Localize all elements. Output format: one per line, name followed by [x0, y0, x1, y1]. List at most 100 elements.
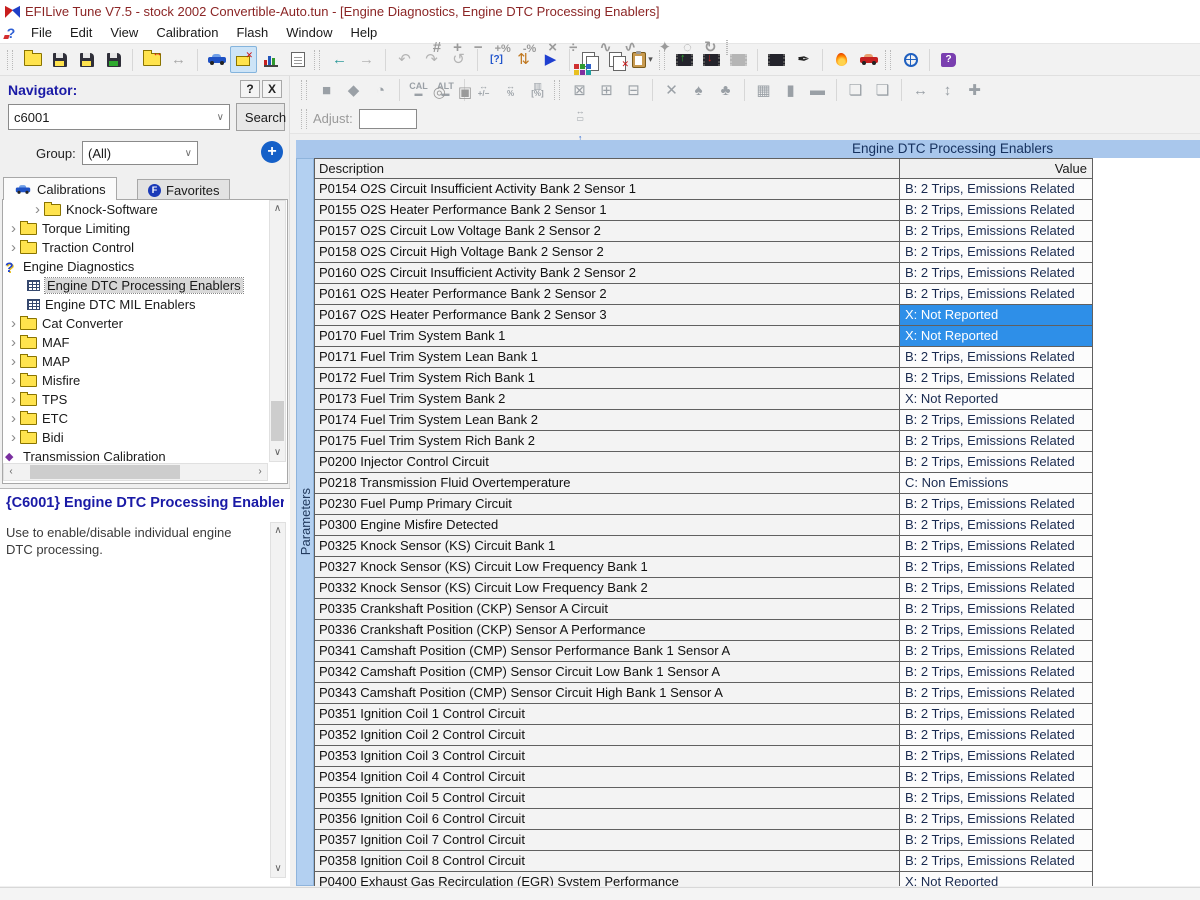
highlight-icon[interactable]: ✦ [658, 39, 671, 56]
properties-icon[interactable] [284, 46, 311, 73]
dtc-value-cell[interactable]: B: 2 Trips, Emissions Related [900, 662, 1093, 682]
tree-item-engine-diagnostics[interactable]: ?Engine Diagnostics [3, 257, 287, 276]
tree-item-etc[interactable]: ›ETC [3, 409, 287, 428]
save-as-icon[interactable] [73, 46, 100, 73]
tree-item-torque-limiting[interactable]: ›Torque Limiting [3, 219, 287, 238]
navigator-toggle-icon[interactable]: ✕ [230, 46, 257, 73]
tree-item-misfire[interactable]: ›Misfire [3, 371, 287, 390]
dtc-value-cell[interactable]: B: 2 Trips, Emissions Related [900, 536, 1093, 556]
dtc-value-cell[interactable]: X: Not Reported [900, 305, 1093, 325]
dtc-description-cell[interactable]: P0335 Crankshaft Position (CKP) Sensor A… [315, 599, 900, 619]
dtc-description-cell[interactable]: P0358 Ignition Coil 8 Control Circuit [315, 851, 900, 871]
dtc-value-cell[interactable]: B: 2 Trips, Emissions Related [900, 452, 1093, 472]
tree-expand-icon[interactable]: › [7, 317, 20, 330]
dtc-value-cell[interactable]: B: 2 Trips, Emissions Related [900, 515, 1093, 535]
navigate-forward-icon[interactable]: → [353, 46, 380, 73]
help-book-icon[interactable]: ? [935, 46, 962, 73]
save-all-icon[interactable] [100, 46, 127, 73]
multiply-icon[interactable]: × [548, 39, 557, 56]
column-select-icon[interactable]: ▮ [777, 77, 804, 104]
dtc-value-cell[interactable]: B: 2 Trips, Emissions Related [900, 557, 1093, 577]
toolbar-grip[interactable] [7, 50, 13, 70]
dtc-description-cell[interactable]: P0154 O2S Circuit Insufficient Activity … [315, 179, 900, 199]
dtc-description-cell[interactable]: P0355 Ignition Coil 5 Control Circuit [315, 788, 900, 808]
set-value-icon[interactable]: # [433, 39, 441, 56]
subtract-percent-icon[interactable]: -% [523, 43, 536, 55]
dtc-description-cell[interactable]: P0155 O2S Heater Performance Bank 2 Sens… [315, 200, 900, 220]
dtc-value-cell[interactable]: B: 2 Trips, Emissions Related [900, 263, 1093, 283]
dtc-description-cell[interactable]: P0160 O2S Circuit Insufficient Activity … [315, 263, 900, 283]
dtc-description-cell[interactable]: P0341 Camshaft Position (CMP) Sensor Per… [315, 641, 900, 661]
toolbar-grip[interactable] [301, 80, 307, 100]
navigator-close-button[interactable]: X [262, 80, 282, 98]
tree-item-cat-converter[interactable]: ›Cat Converter [3, 314, 287, 333]
add-group-button[interactable]: + [261, 141, 283, 163]
chip-data-icon[interactable] [763, 46, 790, 73]
paste-map-icon[interactable]: ❏ [869, 77, 896, 104]
toolbar-grip[interactable] [726, 40, 728, 55]
scroll-down-icon[interactable]: ∨ [270, 445, 285, 461]
dtc-description-cell[interactable]: P0218 Transmission Fluid Overtemperature [315, 473, 900, 493]
tree-vertical-scrollbar[interactable]: ∧ ∨ [269, 200, 286, 462]
search-button[interactable]: Search [236, 103, 285, 131]
dtc-description-cell[interactable]: P0343 Camshaft Position (CMP) Sensor Cir… [315, 683, 900, 703]
column-header-value[interactable]: Value [900, 159, 1093, 178]
dtc-description-cell[interactable]: P0172 Fuel Trim System Rich Bank 1 [315, 368, 900, 388]
dtc-value-cell[interactable]: C: Non Emissions [900, 473, 1093, 493]
dtc-description-cell[interactable]: P0175 Fuel Trim System Rich Bank 2 [315, 431, 900, 451]
compare-tunes-icon[interactable]: ↔ [165, 46, 192, 73]
dtc-description-cell[interactable]: P0342 Camshaft Position (CMP) Sensor Cir… [315, 662, 900, 682]
tree-item-engine-dtc-mil-enablers[interactable]: Engine DTC MIL Enablers [3, 295, 287, 314]
tree-expand-icon[interactable]: › [31, 203, 44, 216]
dtc-value-cell[interactable]: B: 2 Trips, Emissions Related [900, 221, 1093, 241]
export-tune-icon[interactable] [138, 46, 165, 73]
search-combobox[interactable]: c6001 ∨ [8, 104, 230, 130]
chevron-down-icon[interactable]: ∨ [185, 148, 197, 159]
tree-item-tps[interactable]: ›TPS [3, 390, 287, 409]
color-map-icon[interactable] [427, 56, 734, 83]
menu-file[interactable]: File [22, 23, 61, 42]
dtc-description-cell[interactable]: P0400 Exhaust Gas Recirculation (EGR) Sy… [315, 872, 900, 886]
dtc-value-cell[interactable]: B: 2 Trips, Emissions Related [900, 410, 1093, 430]
divide-icon[interactable]: ÷ [569, 39, 577, 56]
grid-lines-icon[interactable]: ▦ [750, 77, 777, 104]
tree-expand-icon[interactable]: › [7, 412, 20, 425]
dtc-description-cell[interactable]: P0157 O2S Circuit Low Voltage Bank 2 Sen… [315, 221, 900, 241]
erase-flash-icon[interactable]: ✒ [790, 46, 817, 73]
tree-expand-icon[interactable]: › [7, 431, 20, 444]
dtc-value-cell[interactable]: B: 2 Trips, Emissions Related [900, 767, 1093, 787]
navigator-help-button[interactable]: ? [240, 80, 260, 98]
scroll-down-icon[interactable]: ∨ [271, 861, 285, 877]
dtc-value-cell[interactable]: B: 2 Trips, Emissions Related [900, 242, 1093, 262]
dtc-value-cell[interactable]: B: 2 Trips, Emissions Related [900, 851, 1093, 871]
dtc-value-cell[interactable]: B: 2 Trips, Emissions Related [900, 347, 1093, 367]
smooth-icon[interactable]: ∿ [599, 39, 612, 56]
dtc-description-cell[interactable]: P0300 Engine Misfire Detected [315, 515, 900, 535]
info-vertical-scrollbar[interactable]: ∧ ∨ [270, 522, 286, 878]
open-tune-icon[interactable] [19, 46, 46, 73]
dtc-value-cell[interactable]: B: 2 Trips, Emissions Related [900, 683, 1093, 703]
scan-dashboard-icon[interactable] [855, 46, 882, 73]
scrollbar-thumb[interactable] [271, 401, 284, 441]
dtc-value-cell[interactable]: B: 2 Trips, Emissions Related [900, 620, 1093, 640]
tree-expand-icon[interactable]: › [7, 336, 20, 349]
dtc-value-cell[interactable]: X: Not Reported [900, 872, 1093, 886]
tree-item-traction-control[interactable]: ›Traction Control [3, 238, 287, 257]
menu-window[interactable]: Window [277, 23, 341, 42]
row-select-icon[interactable]: ▬ [804, 77, 831, 104]
dtc-description-cell[interactable]: P0356 Ignition Coil 6 Control Circuit [315, 809, 900, 829]
tree-item-maf[interactable]: ›MAF [3, 333, 287, 352]
menu-help[interactable]: Help [342, 23, 387, 42]
dtc-value-cell[interactable]: X: Not Reported [900, 389, 1093, 409]
tree-expand-icon[interactable]: › [7, 355, 20, 368]
copy-map-icon[interactable]: ❏ [842, 77, 869, 104]
dtc-value-cell[interactable]: B: 2 Trips, Emissions Related [900, 431, 1093, 451]
navigate-back-icon[interactable]: ← [326, 46, 353, 73]
vehicle-info-icon[interactable] [203, 46, 230, 73]
adjust-input[interactable] [359, 109, 417, 129]
dtc-description-cell[interactable]: P0336 Crankshaft Position (CKP) Sensor A… [315, 620, 900, 640]
dtc-description-cell[interactable]: P0332 Knock Sensor (KS) Circuit Low Freq… [315, 578, 900, 598]
dtc-value-cell[interactable]: B: 2 Trips, Emissions Related [900, 368, 1093, 388]
dtc-value-cell[interactable]: B: 2 Trips, Emissions Related [900, 725, 1093, 745]
tree-expand-icon[interactable]: › [7, 241, 20, 254]
